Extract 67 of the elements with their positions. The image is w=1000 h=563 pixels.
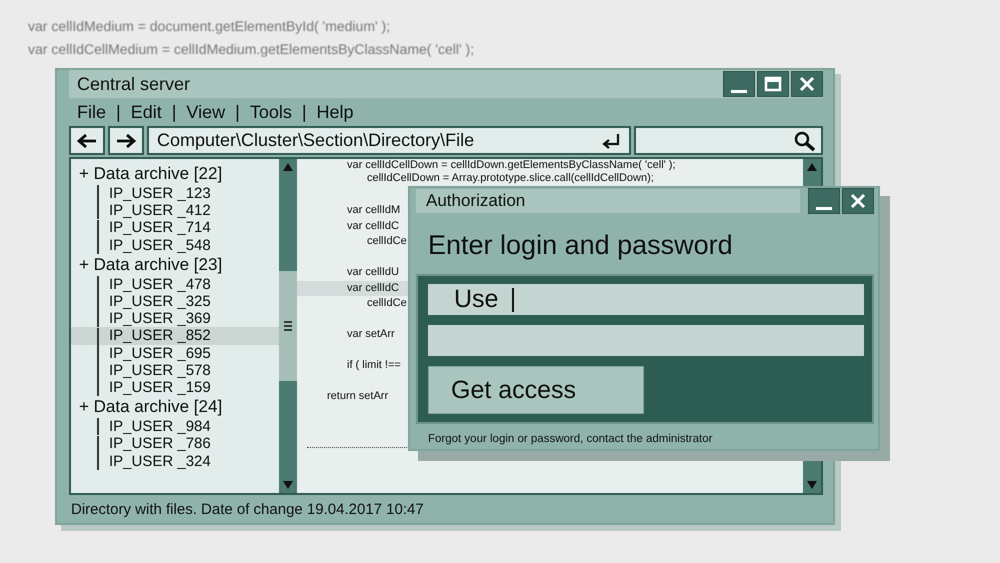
tree-item[interactable]: IP_USER _984 bbox=[71, 418, 279, 436]
folder-item[interactable]: + Data archive [22] bbox=[71, 163, 279, 185]
tree-item[interactable]: IP_USER _695 bbox=[71, 344, 279, 362]
code-line: var cellIdU bbox=[347, 266, 399, 278]
code-line: var cellIdCellDown = cellIdDown.getElementsByClassName( 'cell' ); bbox=[347, 159, 676, 171]
grip-icon bbox=[283, 320, 293, 332]
tree-item[interactable]: IP_USER _325 bbox=[71, 293, 279, 310]
tree-item[interactable]: IP_USER _786 bbox=[71, 435, 279, 453]
code-line: if ( limit !== bbox=[347, 359, 401, 371]
menu-item[interactable]: Help bbox=[316, 102, 354, 122]
minimize-button[interactable] bbox=[808, 188, 840, 214]
close-icon bbox=[798, 75, 816, 93]
tree-item[interactable]: IP_USER _852 bbox=[71, 327, 279, 345]
search-field[interactable] bbox=[634, 126, 823, 155]
tree-item[interactable]: IP_USER _548 bbox=[71, 236, 279, 254]
scroll-up-icon bbox=[282, 162, 294, 172]
code-line: cellIdCellDown = Array.prototype.slice.call(cellIdCellDown); bbox=[367, 172, 654, 184]
dialog-heading: Enter login and password bbox=[427, 229, 734, 262]
maximize-button[interactable] bbox=[757, 71, 789, 97]
background-code-line: var cellIdCellMedium = cellIdMedium.getElementsByClassName( 'cell' ); bbox=[28, 40, 474, 59]
close-icon bbox=[849, 192, 867, 210]
forward-arrow-icon bbox=[115, 132, 137, 148]
scroll-down-icon bbox=[806, 480, 818, 490]
forward-button[interactable] bbox=[108, 126, 144, 155]
scroll-up-icon bbox=[806, 162, 818, 172]
folder-item[interactable]: + Data archive [24] bbox=[71, 396, 279, 418]
enter-icon bbox=[601, 132, 621, 150]
code-line: var cellIdC bbox=[347, 220, 399, 232]
close-button[interactable] bbox=[842, 188, 874, 214]
back-arrow-icon bbox=[76, 132, 98, 148]
minimize-icon bbox=[816, 206, 832, 210]
scroll-thumb[interactable] bbox=[279, 271, 297, 381]
address-field[interactable]: Computer\Cluster\Section\Directory\File bbox=[147, 126, 631, 155]
code-line: return setArr bbox=[327, 390, 388, 402]
menu-item[interactable]: Edit bbox=[130, 102, 162, 122]
menu-item[interactable]: Tools bbox=[250, 102, 292, 122]
tree-item[interactable]: IP_USER _714 bbox=[71, 219, 279, 237]
minimize-icon bbox=[731, 90, 747, 92]
tree-item[interactable]: IP_USER _123 bbox=[71, 185, 279, 202]
status-text: Directory with files. Date of change 19.04.2017 10:47 bbox=[71, 500, 424, 518]
get-access-button[interactable]: Get access bbox=[428, 366, 644, 414]
search-icon bbox=[793, 130, 817, 152]
scrollbar[interactable] bbox=[279, 159, 297, 493]
code-line: var cellIdM bbox=[347, 204, 400, 216]
menu-item[interactable]: View bbox=[186, 102, 226, 122]
tree-item[interactable]: IP_USER _324 bbox=[71, 452, 279, 470]
back-button[interactable] bbox=[69, 126, 105, 155]
help-note: Forgot your login or password, contact the administrator bbox=[427, 432, 714, 445]
tree-item[interactable]: IP_USER _578 bbox=[71, 362, 279, 380]
code-line: var cellIdC bbox=[347, 282, 399, 294]
login-field[interactable]: Use bbox=[428, 284, 864, 315]
code-line: cellIdCe bbox=[367, 297, 407, 309]
tree-item[interactable]: IP_USER _478 bbox=[71, 276, 279, 294]
dialog-title: Authorization bbox=[416, 189, 800, 213]
scroll-down-icon bbox=[282, 480, 294, 490]
background-code-line: var cellIdMedium = document.getElementById( 'medium' ); bbox=[28, 17, 392, 36]
tree-item[interactable]: IP_USER _159 bbox=[71, 379, 279, 396]
maximize-icon bbox=[764, 75, 782, 93]
window-title: Central server bbox=[76, 74, 192, 94]
password-field[interactable] bbox=[428, 325, 864, 356]
close-button[interactable] bbox=[791, 71, 823, 97]
tree-item[interactable]: IP_USER _412 bbox=[71, 202, 279, 220]
code-line: var setArr bbox=[347, 328, 395, 340]
folder-item[interactable]: + Data archive [23] bbox=[71, 254, 279, 276]
menu-item[interactable]: File bbox=[77, 102, 106, 122]
code-line: cellIdCe bbox=[367, 235, 407, 247]
minimize-button[interactable] bbox=[723, 71, 755, 97]
